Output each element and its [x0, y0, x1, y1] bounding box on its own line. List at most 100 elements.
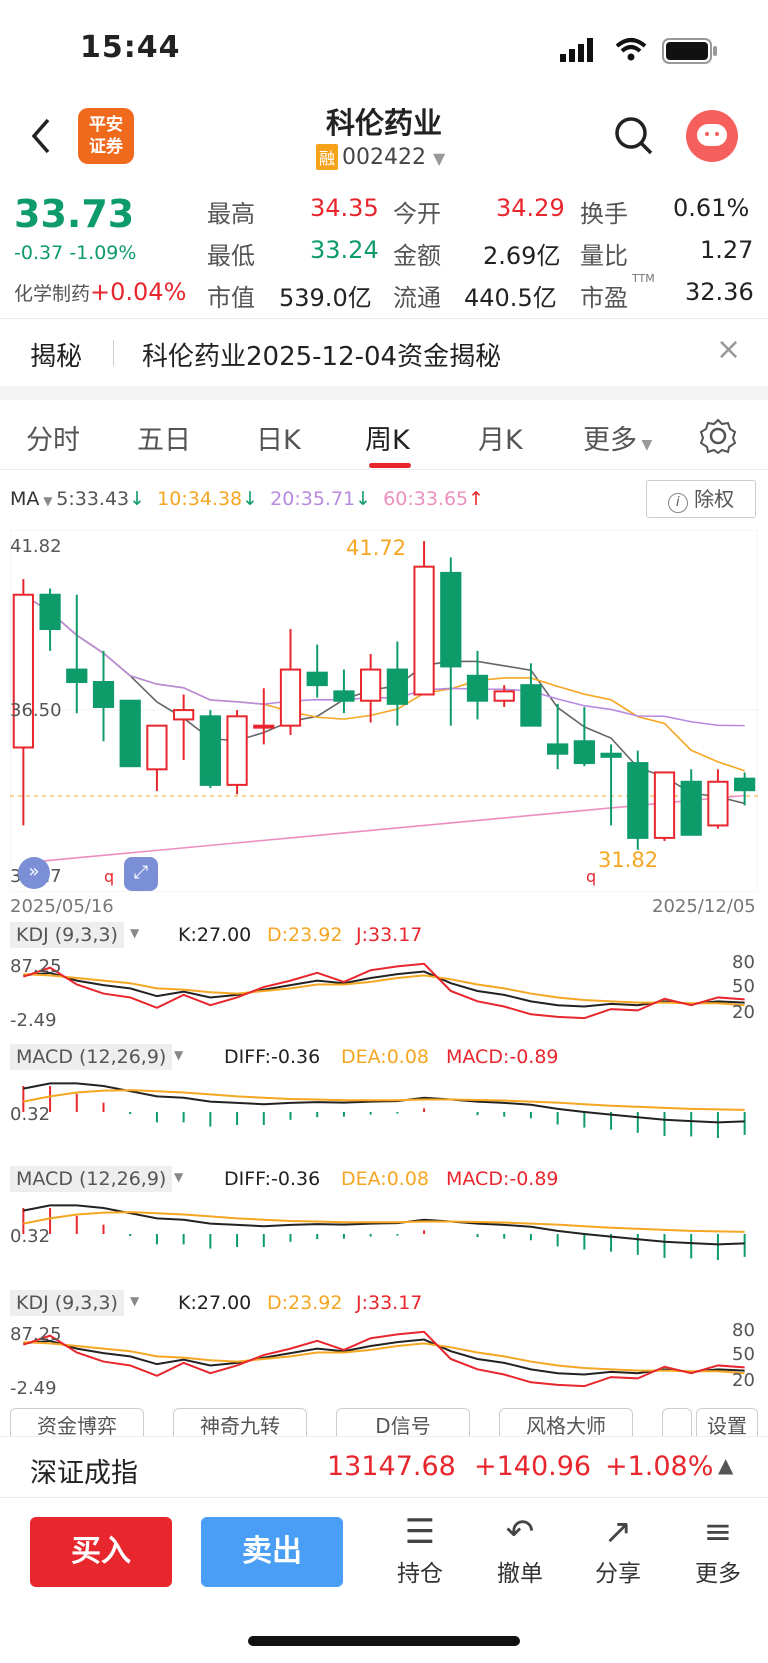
quote-row-2: 最低 33.24 金额 2.69亿 量比 1.27 [207, 236, 754, 270]
event-marker-icon[interactable]: q [104, 867, 114, 886]
tab-daily-k[interactable]: 日K [256, 418, 301, 457]
macd-header[interactable]: MACD (12,26,9) ▼ DIFF:-0.36 DEA:0.08 MAC… [10, 1044, 758, 1074]
candle-body [734, 777, 756, 792]
banner-text: 科伦药业2025-12-04资金揭秘 [142, 342, 502, 372]
candle-body [520, 684, 542, 727]
candle-body [466, 674, 489, 702]
gear-icon[interactable] [700, 418, 736, 454]
candle-body [600, 752, 622, 758]
kdj-header-2[interactable]: KDJ (9,3,3) ▼ K:27.00 D:23.92 J:33.17 [10, 1290, 758, 1320]
kdj-line-2 [23, 1330, 745, 1388]
back-icon[interactable] [28, 116, 54, 156]
document-icon: ☰ [404, 1512, 436, 1552]
candle-body [92, 681, 115, 708]
candle-body [199, 715, 221, 786]
undo-icon: ↶ [505, 1512, 535, 1552]
candle-body [386, 668, 408, 705]
tab-more[interactable]: 更多 ▼ [583, 418, 652, 457]
candle-body [653, 771, 676, 839]
candle-body [39, 593, 61, 631]
candle-body [360, 668, 382, 702]
period-tabs: 分时 五日 日K 周K 月K 更多 ▼ [0, 400, 768, 470]
candle-body [413, 565, 435, 696]
candle-body [173, 709, 195, 721]
macd-chart[interactable] [10, 1074, 758, 1150]
home-indicator [248, 1636, 520, 1646]
active-tab-indicator [369, 463, 411, 468]
tab-monthly-k[interactable]: 月K [478, 418, 523, 457]
assistant-avatar[interactable] [686, 110, 738, 162]
current-price: 33.73 [14, 192, 135, 236]
quote-row-1: 最高 34.35 今开 34.29 换手 0.61% [207, 194, 750, 228]
candle-body [547, 743, 569, 755]
more-button[interactable]: ≡ 更多 [678, 1510, 758, 1588]
status-bar: 15:44 [0, 0, 768, 92]
event-marker-icon-2[interactable]: q [586, 867, 596, 886]
status-time: 15:44 [80, 30, 181, 65]
macd-chart-2[interactable] [10, 1196, 758, 1272]
sector-info[interactable]: 化学制药+0.04% [14, 278, 186, 306]
chevron-up-icon[interactable]: ▲ [718, 1453, 733, 1477]
margin-badge: 融 [316, 144, 339, 170]
y-axis-top: 41.82 [10, 536, 62, 557]
date-end: 2025/12/05 [652, 896, 756, 917]
date-start: 2025/05/16 [10, 896, 114, 917]
index-change: +140.96 [474, 1451, 592, 1482]
candlestick-chart[interactable] [10, 530, 758, 892]
tab-five-day[interactable]: 五日 [137, 418, 191, 457]
price-change: -0.37 -1.09% [14, 242, 137, 264]
quote-panel: 33.73 -0.37 -1.09% 化学制药+0.04% 最高 34.35 今… [0, 186, 768, 316]
candle-body [279, 668, 302, 727]
battery-icon [662, 38, 717, 64]
index-bar[interactable]: 深证成指 13147.68 +140.96 +1.08% ▲ [0, 1436, 768, 1498]
index-pct: +1.08% [605, 1451, 714, 1482]
stock-code-selector[interactable]: 融 002422 ▼ [316, 144, 445, 170]
candle-body [12, 593, 34, 749]
macd-header-2[interactable]: MACD (12,26,9) ▼ DIFF:-0.36 DEA:0.08 MAC… [10, 1166, 758, 1196]
cancel-order-button[interactable]: ↶ 撤单 [480, 1510, 560, 1588]
broker-logo: 平安 证券 [78, 108, 134, 164]
kdj-line-0 [23, 1338, 745, 1376]
chevron-down-icon: ▼ [433, 149, 446, 168]
macd-line-1 [23, 1211, 745, 1233]
y-axis-mid: 36.50 [10, 700, 62, 721]
candle-body [680, 780, 702, 836]
candle-body [333, 690, 355, 702]
kdj-chart-2[interactable] [10, 1320, 758, 1396]
buy-button[interactable]: 买入 [30, 1517, 172, 1587]
candle-body [146, 724, 168, 771]
macd-line-1 [23, 1089, 745, 1111]
info-icon: i [667, 493, 688, 513]
capital-reveal-banner[interactable]: 揭秘 科伦药业2025-12-04资金揭秘 × [0, 320, 768, 386]
candle-body [440, 571, 462, 668]
fullscreen-icon[interactable]: ⤢ [124, 857, 158, 891]
signal-icon [560, 38, 593, 62]
candle-body [306, 671, 328, 687]
candle-body [119, 699, 141, 768]
candle-body [573, 740, 595, 765]
adjust-button[interactable]: i 除权 [646, 480, 756, 518]
share-button[interactable]: ↗ 分享 [578, 1510, 658, 1588]
search-icon[interactable] [614, 116, 654, 156]
candle-body [707, 780, 729, 827]
kdj-chart[interactable] [10, 952, 758, 1028]
candle-body [253, 724, 275, 729]
quote-row-3: 市值 539.0亿 流通 440.5亿 市盈 TTM 32.36 [207, 272, 754, 312]
tab-intraday[interactable]: 分时 [26, 418, 80, 457]
close-icon[interactable]: × [716, 332, 741, 367]
wifi-icon [615, 38, 647, 61]
kdj-line-0 [23, 970, 745, 1008]
collapse-icon[interactable]: » [18, 857, 50, 889]
ma-legend[interactable]: MA ▼ 5:33.43↓ 10:34.38↓ 20:35.71↓ 60:33.… [10, 488, 650, 510]
hold-button[interactable]: ☰ 持仓 [380, 1510, 460, 1588]
candle-body [627, 762, 649, 839]
kdj-header[interactable]: KDJ (9,3,3) ▼ K:27.00 D:23.92 J:33.17 [10, 922, 758, 952]
index-value: 13147.68 [327, 1451, 456, 1482]
low-marker: 31.82 [598, 848, 659, 872]
high-marker: 41.72 [346, 536, 407, 560]
menu-icon: ≡ [703, 1512, 733, 1552]
tab-weekly-k[interactable]: 周K [365, 418, 410, 457]
sell-button[interactable]: 卖出 [201, 1517, 343, 1587]
index-name: 深证成指 [30, 1458, 138, 1489]
candle-body [66, 668, 88, 684]
